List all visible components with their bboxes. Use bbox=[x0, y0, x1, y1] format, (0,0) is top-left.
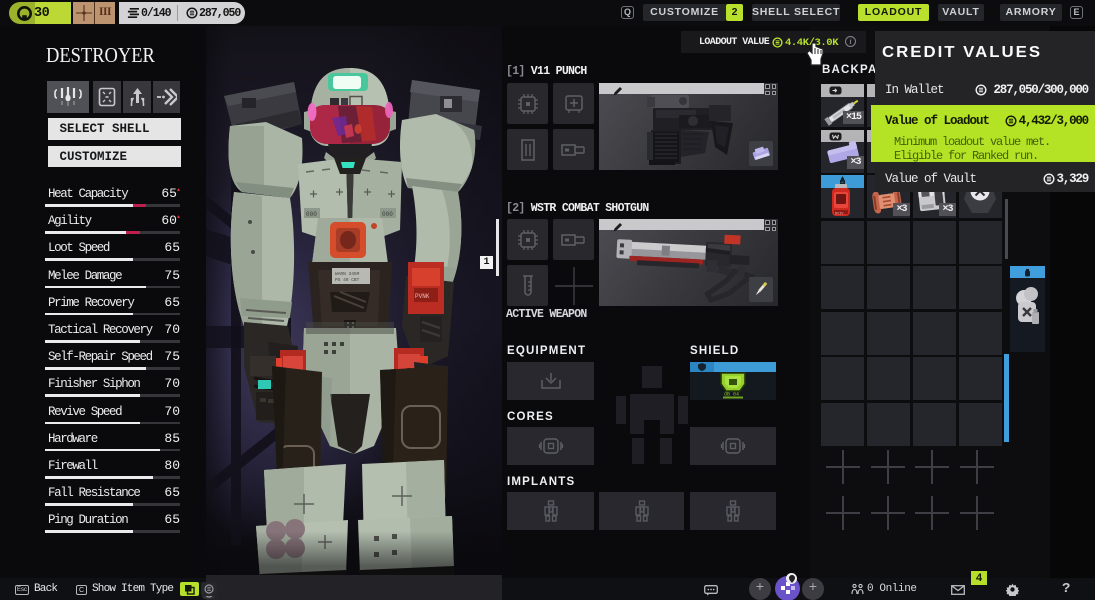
svg-text:000: 000 bbox=[382, 211, 393, 218]
svg-text:PVNK: PVNK bbox=[415, 293, 430, 300]
svg-text:RVIV: RVIV bbox=[835, 213, 844, 217]
svg-text:WARN 345M: WARN 345M bbox=[335, 271, 360, 277]
svg-text:000: 000 bbox=[306, 211, 317, 218]
svg-text:PS 40 CBT: PS 40 CBT bbox=[335, 277, 360, 283]
